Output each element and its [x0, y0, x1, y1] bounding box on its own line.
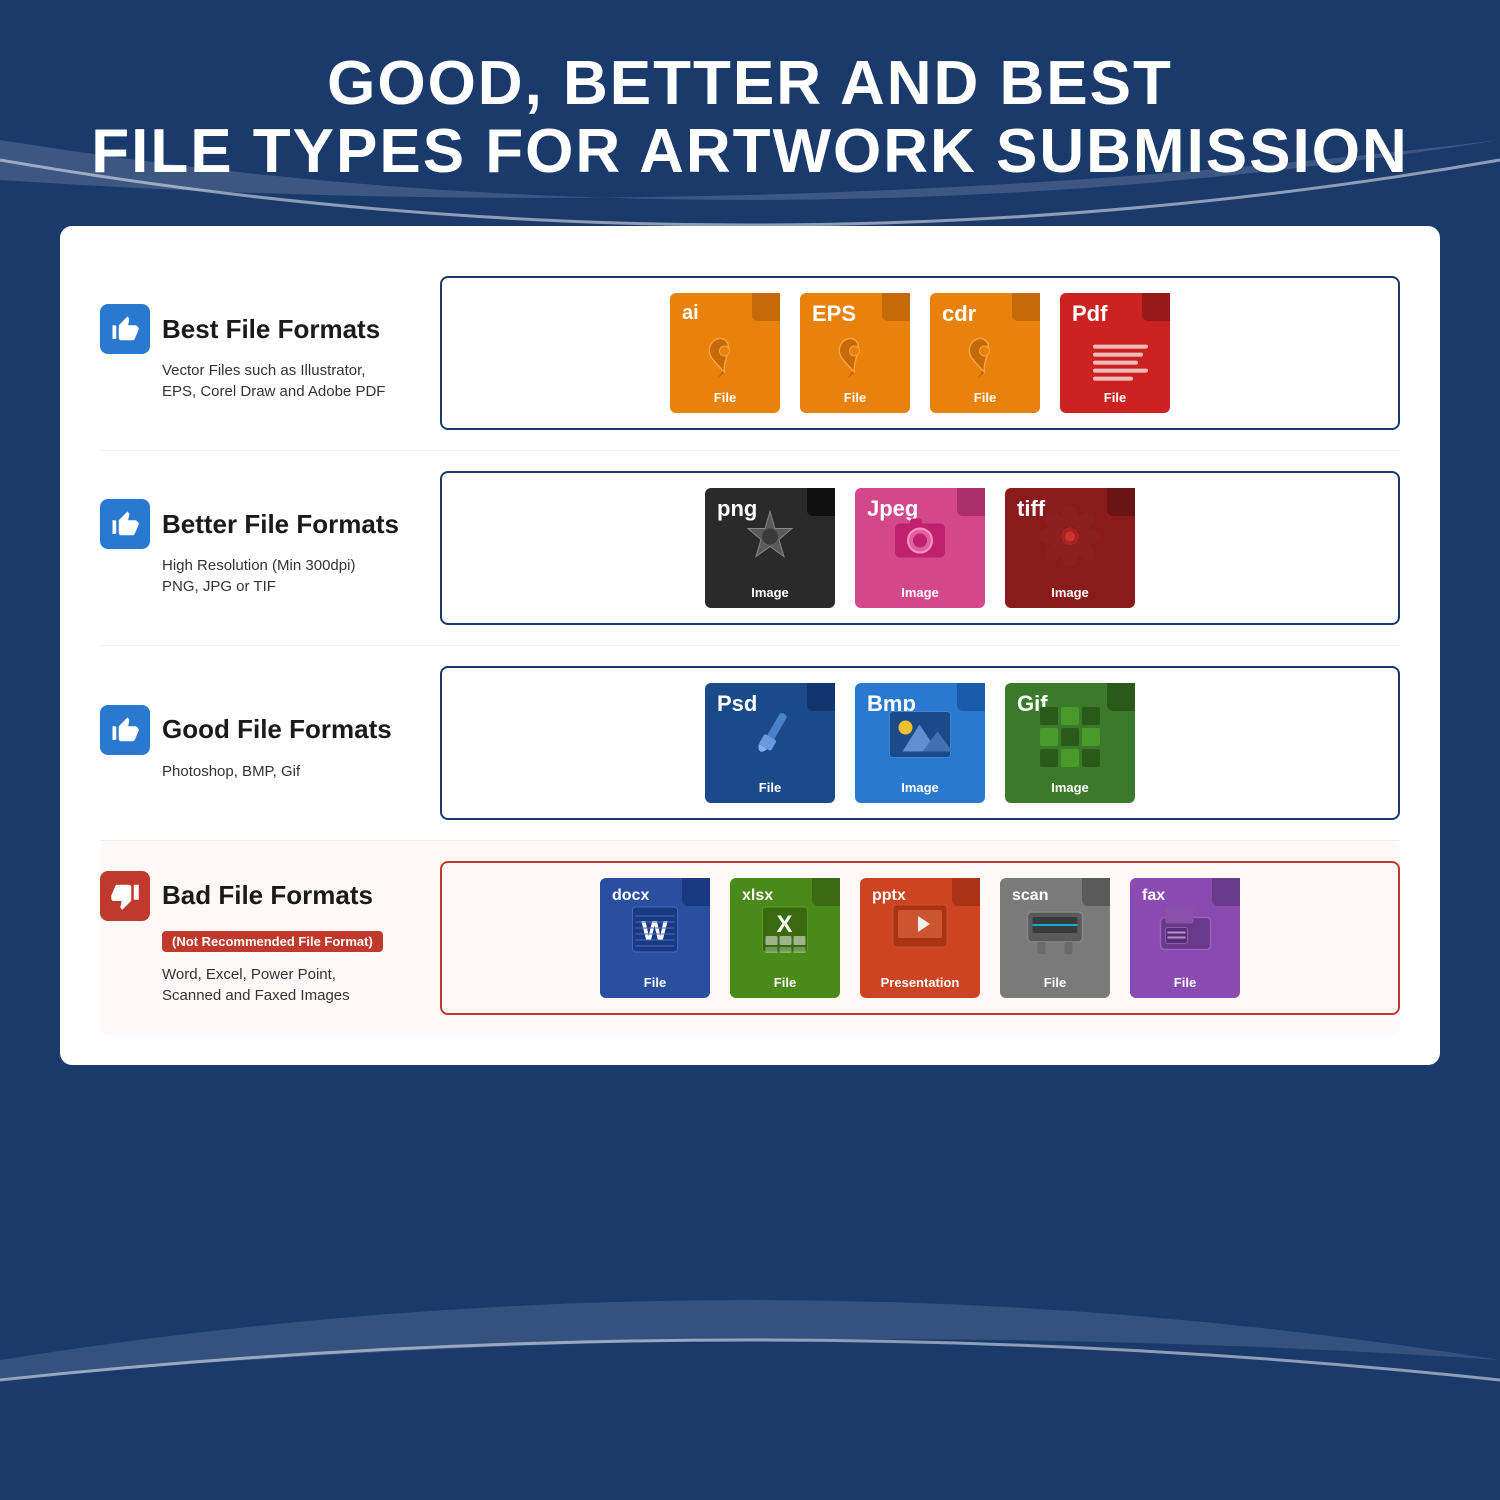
- svg-text:X: X: [776, 911, 792, 938]
- file-jpeg: Jpeg Image: [855, 488, 985, 608]
- file-xlsx: xlsx X File: [730, 878, 840, 998]
- better-title: Better File Formats: [162, 509, 399, 540]
- main-title: GOOD, BETTER AND BEST FILE TYPES FOR ART…: [20, 50, 1480, 186]
- jpeg-camera-icon: [890, 511, 950, 566]
- good-row-left: Good File Formats Photoshop, BMP, Gif: [100, 705, 420, 782]
- tiff-flower-icon: [1040, 506, 1100, 571]
- bad-row: Bad File Formats (Not Recommended File F…: [100, 841, 1400, 1035]
- tiff-label: Image: [1051, 585, 1089, 600]
- cdr-pen-icon: [958, 333, 1013, 383]
- page-background: GOOD, BETTER AND BEST FILE TYPES FOR ART…: [0, 0, 1500, 1500]
- bad-files: docx W File: [440, 861, 1400, 1015]
- pptx-icon: [890, 902, 950, 962]
- good-title: Good File Formats: [162, 714, 392, 745]
- file-png: png Image: [705, 488, 835, 608]
- svg-text:W: W: [641, 915, 668, 946]
- bad-row-header: Bad File Formats: [100, 871, 420, 921]
- best-subtitle: Vector Files such as Illustrator, EPS, C…: [100, 360, 420, 402]
- file-psd: Psd File: [705, 683, 835, 803]
- xlsx-label: File: [774, 975, 796, 990]
- better-subtitle: High Resolution (Min 300dpi) PNG, JPG or…: [100, 555, 420, 597]
- psd-label: File: [759, 780, 781, 795]
- file-ai: ai File: [670, 293, 780, 413]
- cdr-label: File: [974, 390, 996, 405]
- pptx-label: Presentation: [881, 975, 960, 990]
- ai-pen-icon: [698, 333, 753, 383]
- file-pdf: Pdf File: [1060, 293, 1170, 413]
- file-bmp: Bmp Image: [855, 683, 985, 803]
- better-files: png Image Jpeg: [440, 471, 1400, 625]
- png-label: Image: [751, 585, 789, 600]
- psd-brush-icon: [740, 705, 800, 770]
- bad-title-text: Bad File Formats: [162, 880, 373, 911]
- docx-label: File: [644, 975, 666, 990]
- file-docx: docx W File: [600, 878, 710, 998]
- file-tiff: tiff: [1005, 488, 1135, 608]
- best-row: Best File Formats Vector Files such as I…: [100, 256, 1400, 451]
- bad-row-left: Bad File Formats (Not Recommended File F…: [100, 871, 420, 1006]
- better-row: Better File Formats High Resolution (Min…: [100, 451, 1400, 646]
- gif-grid-icon: [1040, 707, 1100, 767]
- png-star-icon: [740, 506, 800, 571]
- bad-badge: (Not Recommended File Format): [162, 931, 420, 952]
- gif-label: Image: [1051, 780, 1089, 795]
- swoosh-bottom: [0, 1300, 1500, 1500]
- eps-pen-icon: [828, 333, 883, 383]
- file-pptx: pptx Presentation: [860, 878, 980, 998]
- better-row-header: Better File Formats: [100, 499, 420, 549]
- bad-subtitle: Word, Excel, Power Point, Scanned and Fa…: [100, 964, 420, 1006]
- good-subtitle: Photoshop, BMP, Gif: [100, 761, 420, 782]
- jpeg-label: Image: [901, 585, 939, 600]
- file-gif: Gif Ima: [1005, 683, 1135, 803]
- file-fax: fax File: [1130, 878, 1240, 998]
- thumbs-up-icon-best: [100, 304, 150, 354]
- better-row-left: Better File Formats High Resolution (Min…: [100, 499, 420, 597]
- xlsx-icon: X: [758, 902, 813, 962]
- docx-icon: W: [628, 902, 683, 962]
- best-title: Best File Formats: [162, 314, 380, 345]
- good-row: Good File Formats Photoshop, BMP, Gif Ps…: [100, 646, 1400, 841]
- scan-icon: [1023, 902, 1088, 962]
- title-section: GOOD, BETTER AND BEST FILE TYPES FOR ART…: [0, 0, 1500, 216]
- fax-label: File: [1174, 975, 1196, 990]
- file-eps: EPS File: [800, 293, 910, 413]
- ai-label: File: [714, 390, 736, 405]
- file-scan: scan File: [1000, 878, 1110, 998]
- thumbs-up-icon-good: [100, 705, 150, 755]
- eps-label: File: [844, 390, 866, 405]
- fax-icon: [1153, 900, 1218, 965]
- thumbs-down-icon-bad: [100, 871, 150, 921]
- best-row-left: Best File Formats Vector Files such as I…: [100, 304, 420, 402]
- pdf-lines: [1085, 345, 1145, 381]
- pdf-label: File: [1104, 390, 1126, 405]
- scan-label: File: [1044, 975, 1066, 990]
- file-cdr: cdr File: [930, 293, 1040, 413]
- thumbs-up-icon-better: [100, 499, 150, 549]
- bmp-label: Image: [901, 780, 939, 795]
- good-row-header: Good File Formats: [100, 705, 420, 755]
- bmp-mountain-icon: [888, 710, 953, 765]
- best-files: ai File EPS File: [440, 276, 1400, 430]
- content-area: Best File Formats Vector Files such as I…: [60, 226, 1440, 1065]
- best-row-header: Best File Formats: [100, 304, 420, 354]
- good-files: Psd File Bmp: [440, 666, 1400, 820]
